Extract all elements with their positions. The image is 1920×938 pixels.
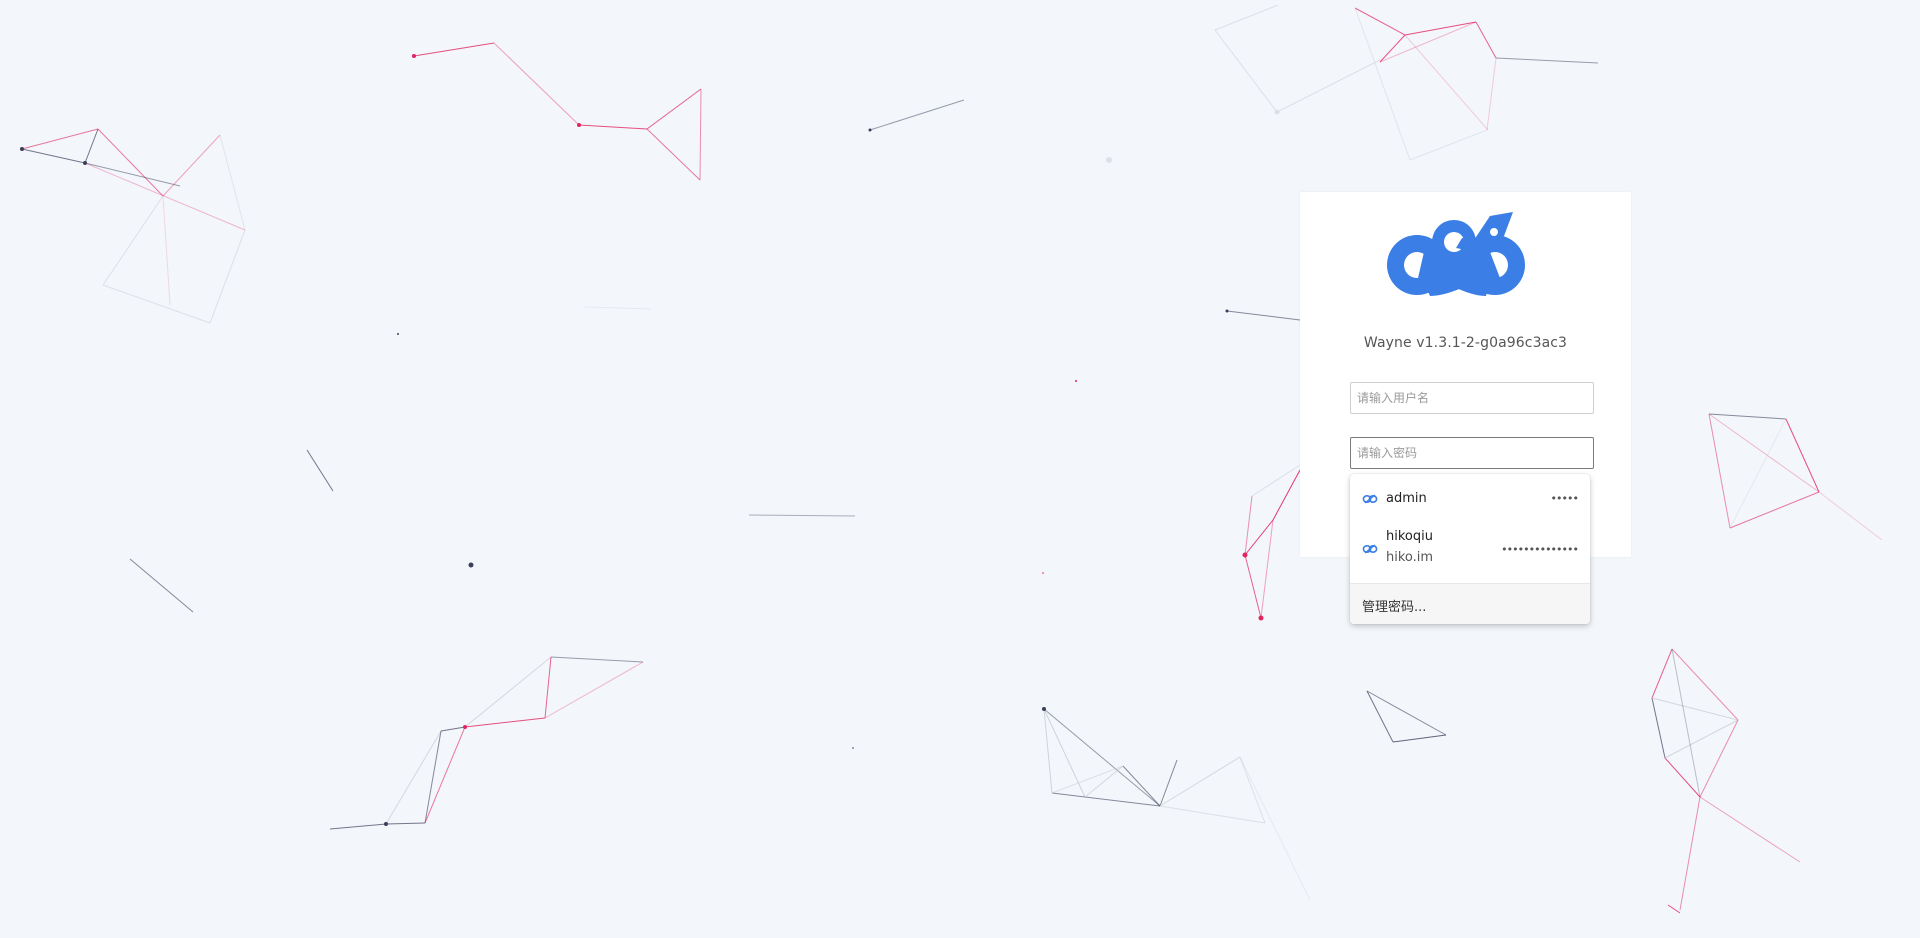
manage-passwords-link[interactable]: 管理密码... bbox=[1350, 584, 1590, 624]
username-input[interactable] bbox=[1350, 382, 1594, 414]
app-title: Wayne v1.3.1-2-g0a96c3ac3 bbox=[1363, 335, 1568, 351]
autofill-password-mask: •••••••••••••• bbox=[1501, 543, 1579, 556]
autofill-item-hikoqiu[interactable]: hikoqiu hiko.im •••••••••••••• bbox=[1350, 524, 1590, 574]
autofill-site: hiko.im bbox=[1386, 550, 1434, 565]
background-network bbox=[20, 4, 1883, 914]
autofill-password-mask: ••••• bbox=[1550, 492, 1579, 505]
autofill-username: admin bbox=[1386, 491, 1427, 506]
autofill-item-admin[interactable]: admin ••••• bbox=[1350, 474, 1590, 524]
wayne-logo-icon bbox=[1387, 212, 1525, 296]
key-link-icon bbox=[1362, 544, 1378, 554]
password-autofill-dropdown: admin ••••• hikoqiu hiko.im ••••••••••••… bbox=[1350, 474, 1590, 624]
password-input[interactable] bbox=[1350, 437, 1594, 469]
autofill-username: hikoqiu bbox=[1386, 529, 1433, 544]
key-link-icon bbox=[1362, 494, 1378, 504]
